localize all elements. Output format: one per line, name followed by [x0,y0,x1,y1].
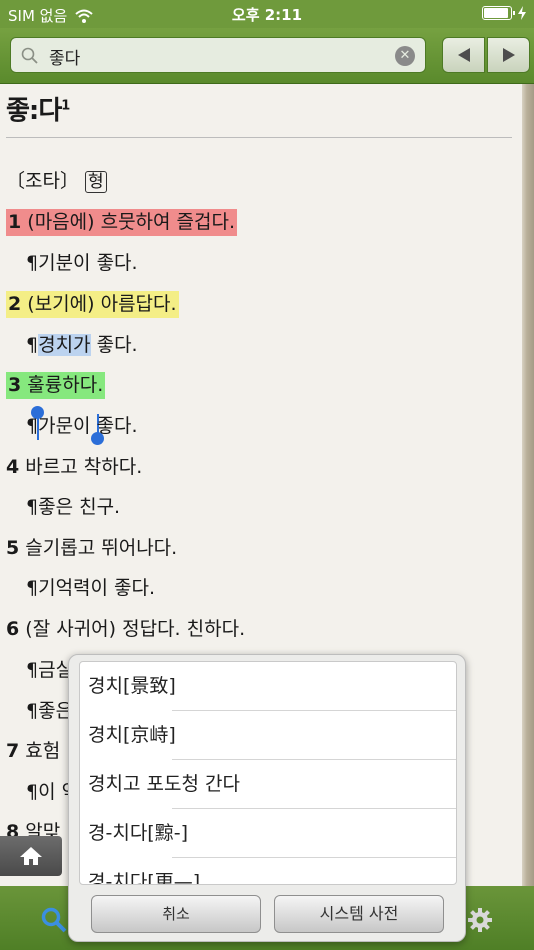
sense-definition: (마음에) 흐뭇하여 즐겁다. [27,211,236,233]
next-button[interactable] [487,37,530,73]
sense-definition: 효험 [25,740,61,762]
top-toolbar: ✕ [0,28,534,84]
sense-4: 4 바르고 착하다. [6,452,142,479]
divider [6,137,512,138]
list-item[interactable]: 경치고 포도청 간다 [80,760,456,809]
headword-number: 1 [61,98,70,114]
previous-button[interactable] [442,37,485,73]
battery-level [484,8,508,18]
example-4: ¶좋은 친구. [26,496,121,518]
sense-1: 1 (마음에) 흐뭇하여 즐겁다. [6,207,238,236]
sense-number: 5 [6,537,20,559]
example-1: ¶기분이 좋다. [26,252,138,274]
triangle-right-icon [502,48,515,62]
example-6b: ¶좋은 [26,700,74,722]
example-3: ¶가문이 좋다. [26,415,138,437]
search-tab-icon[interactable] [40,906,68,934]
list-item[interactable]: 경치[京峙] [80,711,456,760]
sense-highlight: 2 (보기에) 아름답다. [6,291,179,318]
gear-icon[interactable] [466,906,494,934]
sense-number: 7 [6,740,20,762]
home-up-icon [20,847,42,865]
lookup-popup: 경치[景致] 경치[京峙] 경치고 포도청 간다 경-치다[黥-] 경-치다[更… [68,654,466,942]
battery-icon [482,6,515,20]
example-mark: ¶ [26,334,39,356]
sense-7: 7 효험 [6,736,60,763]
sense-number: 2 [8,293,22,315]
sense-3: 3 훌륭하다. [6,370,106,399]
charging-icon [518,6,526,20]
cancel-button[interactable]: 취소 [91,895,261,933]
sense-number: 1 [8,211,22,233]
example-5: ¶기억력이 좋다. [26,577,156,599]
sense-definition: 바르고 착하다. [25,456,143,478]
sense-number: 6 [6,618,20,640]
page-edge [522,84,534,886]
sense-definition: 훌륭하다. [27,374,104,396]
search-box[interactable]: ✕ [10,37,426,73]
status-time: 오후 2:11 [231,6,303,24]
grammar-line: 〔조타〕 형 [6,166,107,193]
pronunciation: 〔조타〕 [6,170,79,192]
system-dictionary-button[interactable]: 시스템 사전 [274,895,444,933]
list-item[interactable]: 경-치다[更—] [80,858,456,884]
search-icon [21,47,38,64]
sense-2: 2 (보기에) 아름답다. [6,289,179,318]
sense-highlight: 1 (마음에) 흐뭇하여 즐겁다. [6,209,238,236]
sense-highlight: 3 훌륭하다. [6,372,106,399]
triangle-left-icon [457,48,470,62]
sense-6: 6 (잘 사귀어) 정답다. 친하다. [6,614,245,641]
sense-number: 3 [8,374,22,396]
example-6a: ¶금실 [26,659,74,681]
example-2: ¶경치가 좋다. [26,330,138,357]
sense-definition: (잘 사귀어) 정답다. 친하다. [25,618,246,640]
list-item[interactable]: 경치[景致] [80,662,456,711]
search-input[interactable] [49,44,389,68]
headword: 좋:다1 [6,90,70,127]
part-of-speech: 형 [85,171,107,193]
list-item[interactable]: 경-치다[黥-] [80,809,456,858]
selected-text[interactable]: 경치가 [38,334,91,356]
example-rest: 좋다. [90,334,138,356]
headword-text: 좋:다 [6,96,62,126]
home-button[interactable] [0,836,62,876]
suggestion-list[interactable]: 경치[景致] 경치[京峙] 경치고 포도청 간다 경-치다[黥-] 경-치다[更… [79,661,457,885]
status-right [482,6,526,20]
status-bar: SIM 없음 오후 2:11 [0,0,534,28]
sense-definition: 슬기롭고 뛰어나다. [25,537,178,559]
clear-search-icon[interactable]: ✕ [395,46,415,66]
sense-5: 5 슬기롭고 뛰어나다. [6,533,177,560]
sense-definition: (보기에) 아름답다. [27,293,177,315]
sense-number: 4 [6,456,20,478]
